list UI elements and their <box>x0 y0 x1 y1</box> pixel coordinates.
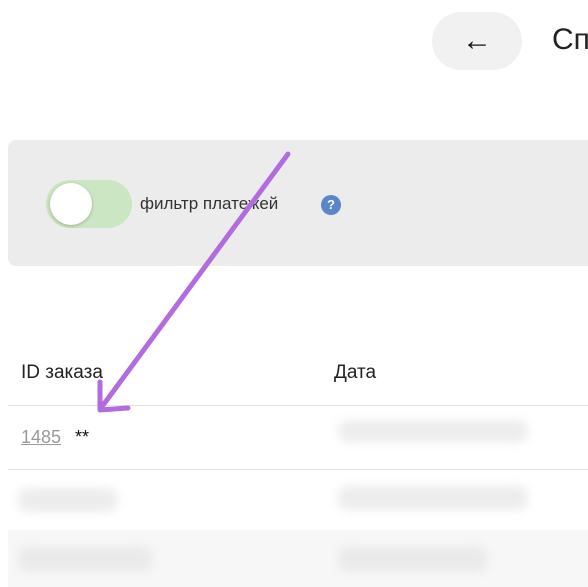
filter-panel: фильтр платежей ? <box>8 140 588 266</box>
arrow-left-icon: ← <box>462 24 492 57</box>
blurred-date-cell <box>338 486 528 510</box>
filter-label: фильтр платежей <box>140 194 279 213</box>
help-icon[interactable]: ? <box>321 195 341 215</box>
column-header-order-id: ID заказа <box>21 362 103 383</box>
order-id-marker: ** <box>75 427 90 447</box>
blurred-date-cell <box>338 546 488 572</box>
row-divider <box>8 469 588 470</box>
payment-filter-toggle[interactable] <box>46 180 132 228</box>
blurred-order-cell <box>18 488 118 512</box>
column-header-date: Дата <box>334 362 377 383</box>
order-id-link[interactable]: 1485 <box>21 426 61 448</box>
blurred-order-cell <box>18 546 153 572</box>
back-button[interactable]: ← <box>432 12 522 70</box>
page-title: Сп <box>552 23 588 56</box>
blurred-date-cell <box>338 420 528 442</box>
toggle-knob <box>50 183 92 225</box>
